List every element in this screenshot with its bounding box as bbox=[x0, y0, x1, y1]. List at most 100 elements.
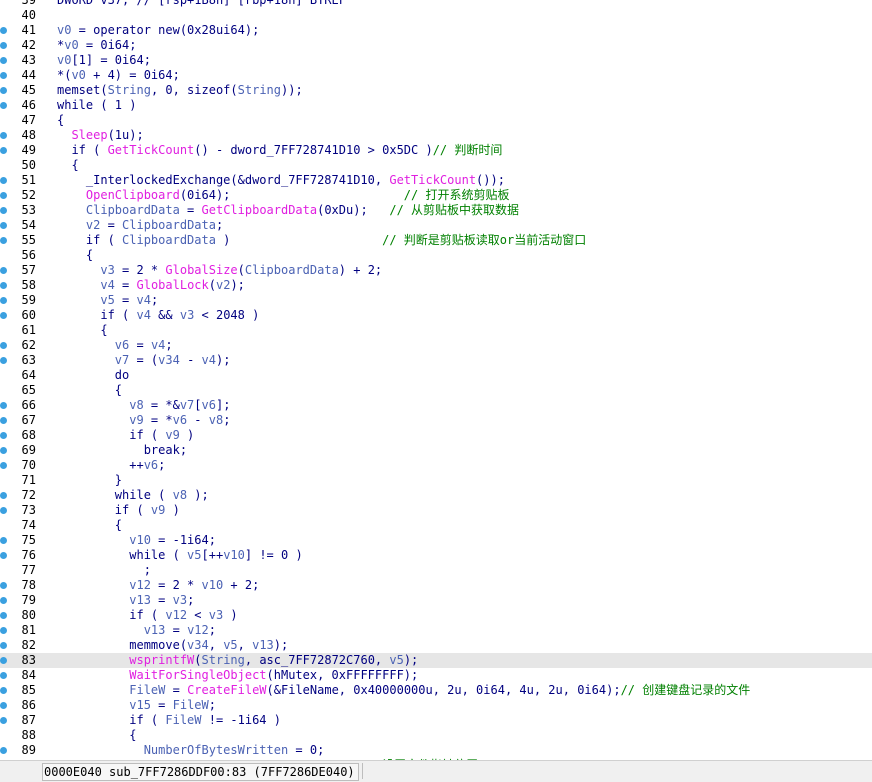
breakpoint-dot-icon[interactable] bbox=[0, 147, 7, 154]
code-line[interactable]: 57 v3 = 2 * GlobalSize(ClipboardData) + … bbox=[0, 263, 872, 278]
breakpoint-dot-icon[interactable] bbox=[0, 207, 7, 214]
code-line[interactable]: 43 v0[1] = 0i64; bbox=[0, 53, 872, 68]
code-line[interactable]: 68 if ( v9 ) bbox=[0, 428, 872, 443]
code-line[interactable]: 55 if ( ClipboardData ) // 判断是剪贴板读取or当前活… bbox=[0, 233, 872, 248]
breakpoint-dot-icon[interactable] bbox=[0, 507, 7, 514]
breakpoint-dot-icon[interactable] bbox=[0, 282, 7, 289]
breakpoint-dot-icon[interactable] bbox=[0, 357, 7, 364]
breakpoint-dot-icon[interactable] bbox=[0, 627, 7, 634]
code-line[interactable]: 49 if ( GetTickCount() - dword_7FF728741… bbox=[0, 143, 872, 158]
code-line[interactable]: 61 { bbox=[0, 323, 872, 338]
code-line[interactable]: 64 do bbox=[0, 368, 872, 383]
breakpoint-dot-icon[interactable] bbox=[0, 87, 7, 94]
code-line[interactable]: 42 *v0 = 0i64; bbox=[0, 38, 872, 53]
code-token: = bbox=[129, 338, 151, 352]
code-line[interactable]: 71 } bbox=[0, 473, 872, 488]
breakpoint-dot-icon[interactable] bbox=[0, 222, 7, 229]
code-line[interactable]: 67 v9 = *v6 - v8; bbox=[0, 413, 872, 428]
breakpoint-dot-icon[interactable] bbox=[0, 642, 7, 649]
code-token: < 2048 ) bbox=[194, 308, 260, 322]
code-line[interactable]: 59 v5 = v4; bbox=[0, 293, 872, 308]
code-line[interactable]: 40 bbox=[0, 8, 872, 23]
breakpoint-dot-icon[interactable] bbox=[0, 702, 7, 709]
pseudocode-view[interactable]: 39 DWORD v37; // [rsp+1B8h] [rbp+18h] BYR… bbox=[0, 0, 872, 760]
code-line[interactable]: 80 if ( v12 < v3 ) bbox=[0, 608, 872, 623]
breakpoint-dot-icon[interactable] bbox=[0, 432, 7, 439]
breakpoint-dot-icon[interactable] bbox=[0, 342, 7, 349]
breakpoint-dot-icon[interactable] bbox=[0, 582, 7, 589]
breakpoint-dot-icon[interactable] bbox=[0, 132, 7, 139]
breakpoint-dot-icon[interactable] bbox=[0, 672, 7, 679]
code-line[interactable]: 56 { bbox=[0, 248, 872, 263]
breakpoint-dot-icon[interactable] bbox=[0, 402, 7, 409]
code-line[interactable]: 65 { bbox=[0, 383, 872, 398]
code-line[interactable]: 58 v4 = GlobalLock(v2); bbox=[0, 278, 872, 293]
breakpoint-dot-icon[interactable] bbox=[0, 552, 7, 559]
code-line[interactable]: 52 OpenClipboard(0i64); // 打开系统剪贴板 bbox=[0, 188, 872, 203]
code-line[interactable]: 39 DWORD v37; // [rsp+1B8h] [rbp+18h] BYR… bbox=[0, 0, 872, 8]
line-number: 80 bbox=[21, 608, 36, 622]
code-line[interactable]: 89 NumberOfBytesWritten = 0; bbox=[0, 743, 872, 758]
breakpoint-dot-icon[interactable] bbox=[0, 612, 7, 619]
breakpoint-dot-icon[interactable] bbox=[0, 417, 7, 424]
code-token: = 0i64; bbox=[78, 38, 137, 52]
breakpoint-dot-icon[interactable] bbox=[0, 537, 7, 544]
breakpoint-dot-icon[interactable] bbox=[0, 177, 7, 184]
line-number: 65 bbox=[21, 383, 36, 397]
code-line[interactable]: 74 { bbox=[0, 518, 872, 533]
code-line[interactable]: 63 v7 = (v34 - v4); bbox=[0, 353, 872, 368]
breakpoint-dot-icon[interactable] bbox=[0, 42, 7, 49]
code-line[interactable]: 84 WaitForSingleObject(hMutex, 0xFFFFFFF… bbox=[0, 668, 872, 683]
code-line[interactable]: 72 while ( v8 ); bbox=[0, 488, 872, 503]
code-line[interactable]: 47 { bbox=[0, 113, 872, 128]
code-line[interactable]: 44 *(v0 + 4) = 0i64; bbox=[0, 68, 872, 83]
code-line[interactable]: 45 memset(String, 0, sizeof(String)); bbox=[0, 83, 872, 98]
code-line[interactable]: 51 _InterlockedExchange(&dword_7FF728741… bbox=[0, 173, 872, 188]
code-line[interactable]: 75 v10 = -1i64; bbox=[0, 533, 872, 548]
code-line[interactable]: 83 wsprintfW(String, asc_7FF72872C760, v… bbox=[0, 653, 872, 668]
code-token: v3 bbox=[100, 263, 115, 277]
code-line[interactable]: 53 ClipboardData = GetClipboardData(0xDu… bbox=[0, 203, 872, 218]
code-line[interactable]: 69 break; bbox=[0, 443, 872, 458]
code-line[interactable]: 85 FileW = CreateFileW(&FileName, 0x4000… bbox=[0, 683, 872, 698]
code-token: = ( bbox=[129, 353, 159, 367]
breakpoint-dot-icon[interactable] bbox=[0, 72, 7, 79]
code-line[interactable]: 70 ++v6; bbox=[0, 458, 872, 473]
breakpoint-dot-icon[interactable] bbox=[0, 462, 7, 469]
code-line[interactable]: 41 v0 = operator new(0x28ui64); bbox=[0, 23, 872, 38]
code-line[interactable]: 82 memmove(v34, v5, v13); bbox=[0, 638, 872, 653]
breakpoint-dot-icon[interactable] bbox=[0, 687, 7, 694]
code-line[interactable]: 60 if ( v4 && v3 < 2048 ) bbox=[0, 308, 872, 323]
breakpoint-dot-icon[interactable] bbox=[0, 237, 7, 244]
breakpoint-dot-icon[interactable] bbox=[0, 447, 7, 454]
breakpoint-dot-icon[interactable] bbox=[0, 747, 7, 754]
breakpoint-dot-icon[interactable] bbox=[0, 597, 7, 604]
code-line[interactable]: 73 if ( v9 ) bbox=[0, 503, 872, 518]
code-line[interactable]: 78 v12 = 2 * v10 + 2; bbox=[0, 578, 872, 593]
breakpoint-dot-icon[interactable] bbox=[0, 267, 7, 274]
breakpoint-dot-icon[interactable] bbox=[0, 297, 7, 304]
code-token: v13 bbox=[143, 623, 166, 637]
breakpoint-dot-icon[interactable] bbox=[0, 492, 7, 499]
code-line[interactable]: 46 while ( 1 ) bbox=[0, 98, 872, 113]
code-line[interactable]: 66 v8 = *&v7[v6]; bbox=[0, 398, 872, 413]
code-line[interactable]: 62 v6 = v4; bbox=[0, 338, 872, 353]
breakpoint-dot-icon[interactable] bbox=[0, 192, 7, 199]
code-line[interactable]: 86 v15 = FileW; bbox=[0, 698, 872, 713]
code-line[interactable]: 48 Sleep(1u); bbox=[0, 128, 872, 143]
code-line[interactable]: 76 while ( v5[++v10] != 0 ) bbox=[0, 548, 872, 563]
breakpoint-dot-icon[interactable] bbox=[0, 312, 7, 319]
code-line[interactable]: 77 ; bbox=[0, 563, 872, 578]
breakpoint-dot-icon[interactable] bbox=[0, 57, 7, 64]
breakpoint-dot-icon[interactable] bbox=[0, 102, 7, 109]
code-token: = * bbox=[143, 413, 173, 427]
code-line[interactable]: 54 v2 = ClipboardData; bbox=[0, 218, 872, 233]
code-line[interactable]: 87 if ( FileW != -1i64 ) bbox=[0, 713, 872, 728]
breakpoint-dot-icon[interactable] bbox=[0, 717, 7, 724]
code-line[interactable]: 79 v13 = v3; bbox=[0, 593, 872, 608]
code-line[interactable]: 88 { bbox=[0, 728, 872, 743]
code-line[interactable]: 50 { bbox=[0, 158, 872, 173]
code-line[interactable]: 81 v13 = v12; bbox=[0, 623, 872, 638]
breakpoint-dot-icon[interactable] bbox=[0, 27, 7, 34]
breakpoint-dot-icon[interactable] bbox=[0, 657, 7, 664]
